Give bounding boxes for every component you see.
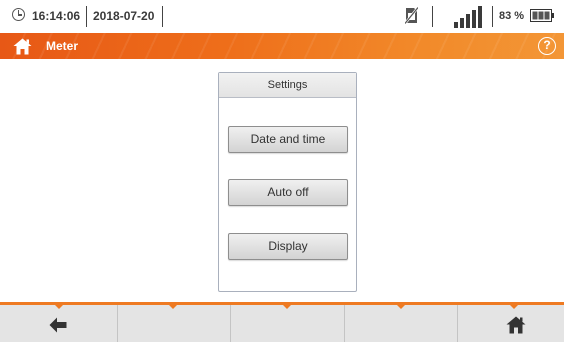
page-title: Meter [46,39,79,53]
help-icon[interactable]: ? [538,37,556,55]
toolbar-slot-4[interactable] [345,305,457,342]
auto-off-button[interactable]: Auto off [228,179,348,206]
home-button[interactable] [458,305,564,342]
toolbar-tick [283,305,291,309]
back-arrow-icon [49,317,67,333]
settings-header: Settings [219,73,356,98]
toolbar-tick [55,305,63,309]
display-button[interactable]: Display [228,233,348,260]
bottom-toolbar [0,302,564,342]
no-sim-icon [405,7,418,24]
status-bar: 16:14:06 2018-07-20 83 % [0,0,564,33]
toolbar-slot-2[interactable] [118,305,230,342]
settings-panel: Settings Date and time Auto off Display [218,72,357,292]
status-divider [86,6,87,27]
home-icon [506,316,526,334]
back-button[interactable] [0,305,117,342]
title-bar: Meter ? [0,33,564,59]
status-divider [432,6,433,27]
toolbar-tick [397,305,405,309]
clock-icon [12,8,25,21]
toolbar-divider [344,305,345,342]
battery-icon [530,9,554,22]
status-divider [492,6,493,27]
toolbar-divider [230,305,231,342]
status-divider [162,6,163,27]
home-icon[interactable] [13,38,32,55]
toolbar-divider [117,305,118,342]
toolbar-slot-3[interactable] [231,305,344,342]
toolbar-tick [169,305,177,309]
toolbar-accent-line [0,302,564,305]
signal-strength-icon [454,6,482,28]
toolbar-divider [457,305,458,342]
toolbar-tick [510,305,518,309]
date-and-time-button[interactable]: Date and time [228,126,348,153]
battery-percent: 83 % [499,10,525,22]
time-readout: 16:14:06 [32,9,81,23]
date-readout: 2018-07-20 [93,9,155,23]
